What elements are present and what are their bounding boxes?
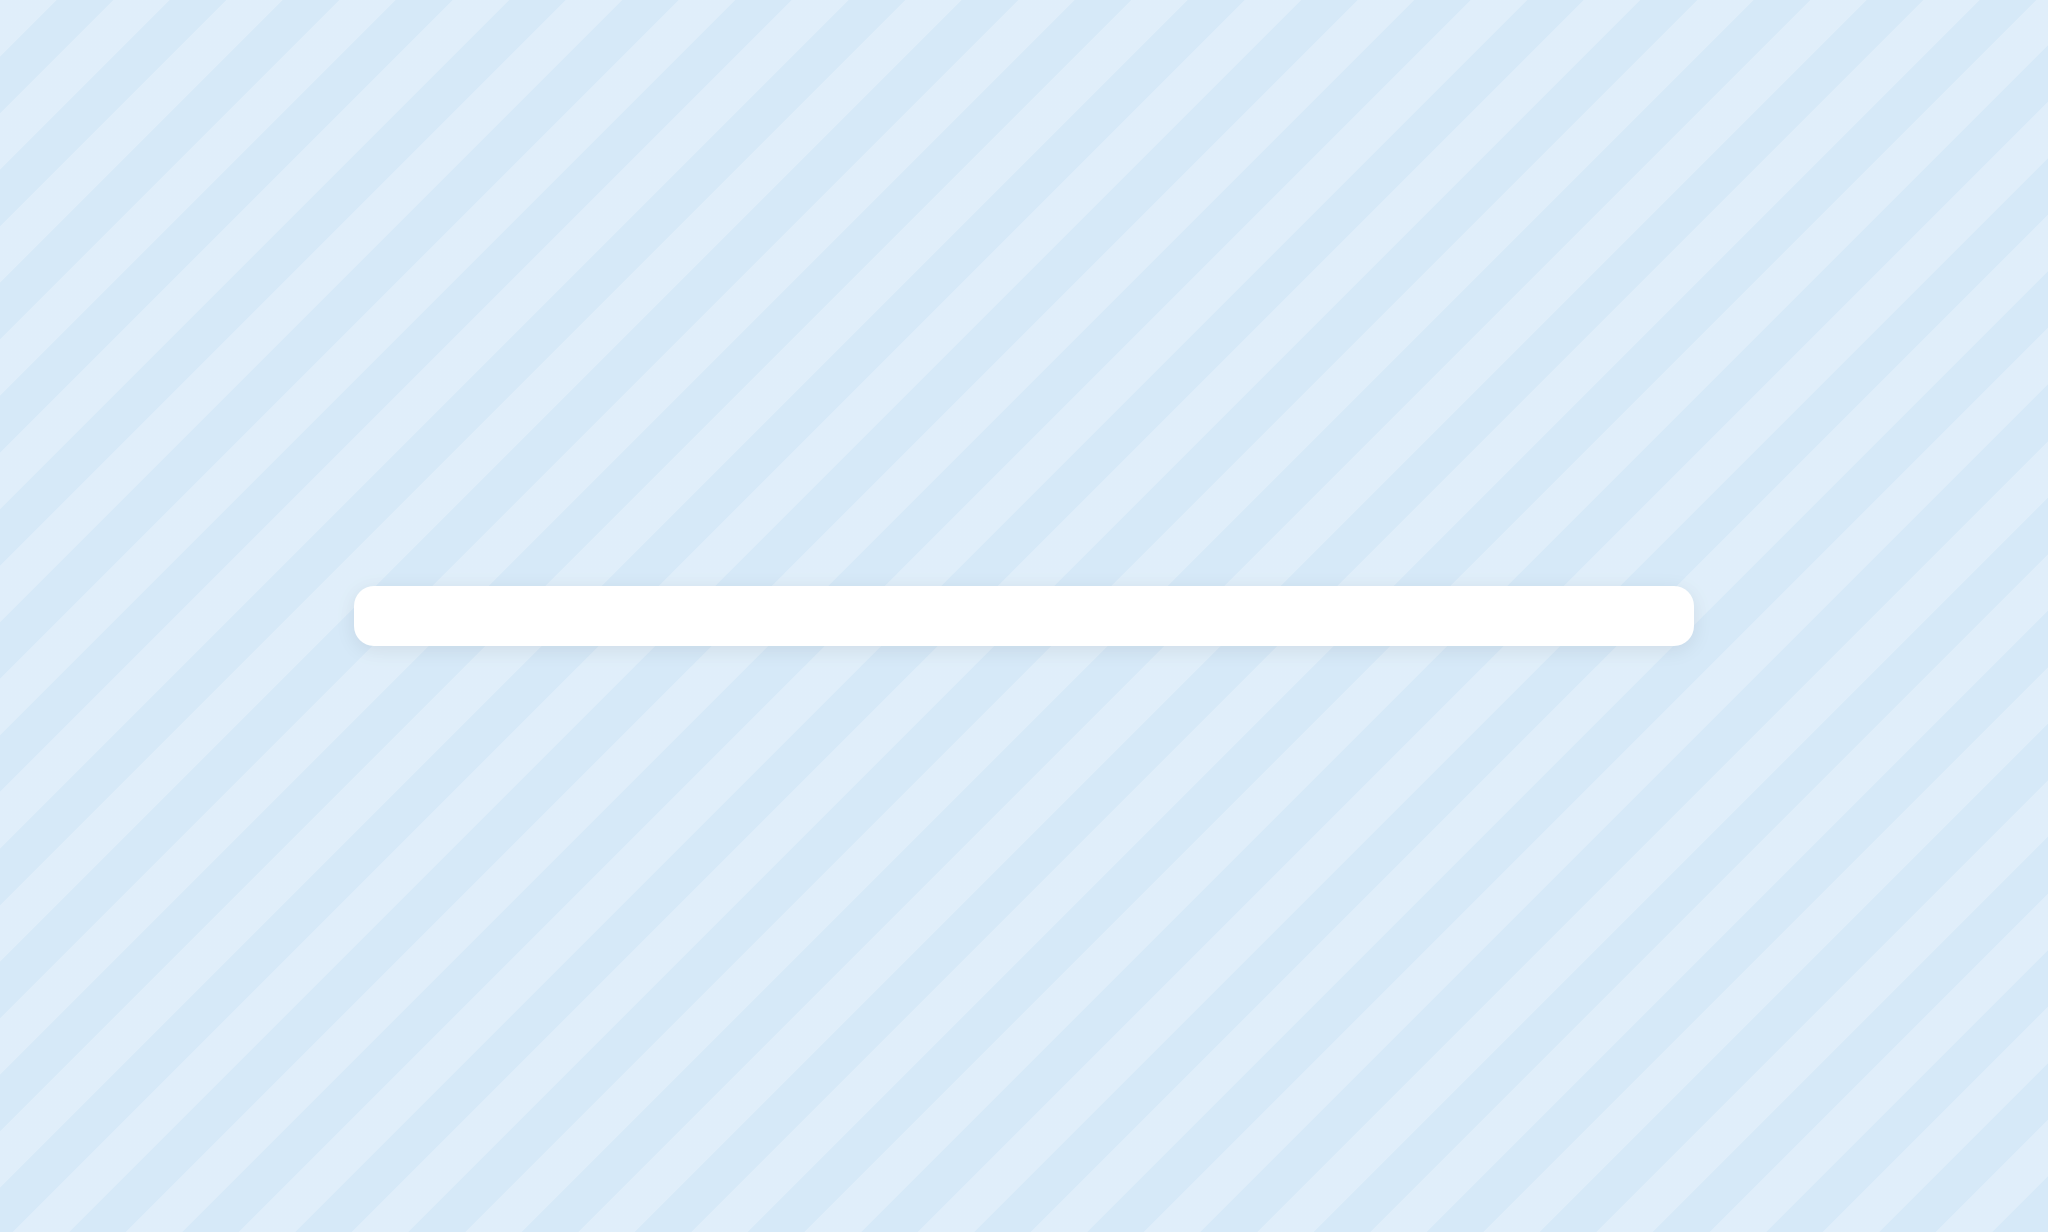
category-grid-card: [354, 586, 1694, 646]
